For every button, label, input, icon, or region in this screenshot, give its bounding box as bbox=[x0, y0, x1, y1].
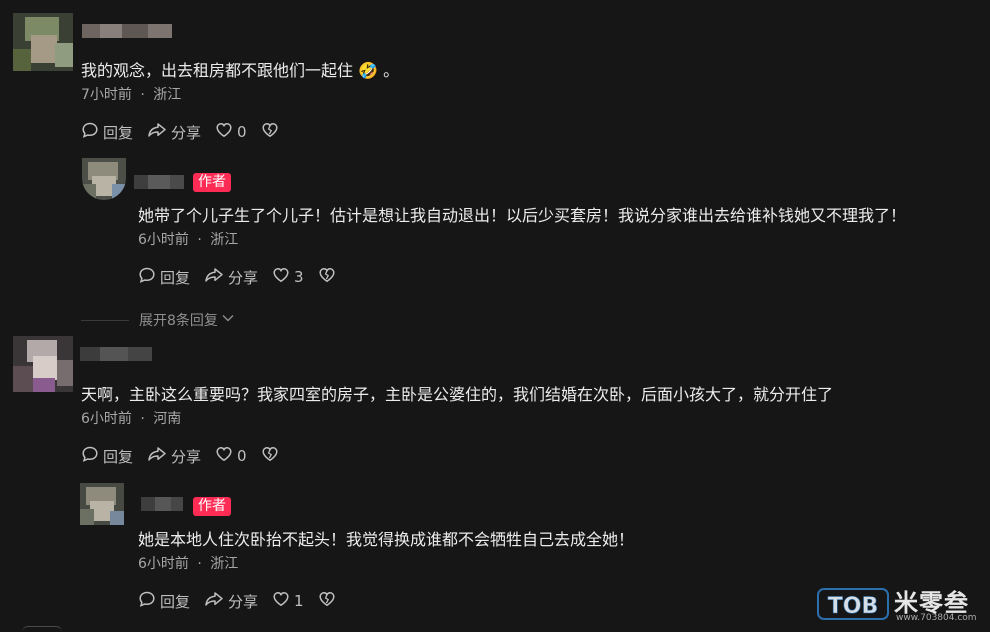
like-count: 1 bbox=[294, 592, 304, 610]
reply-button[interactable]: 回复 bbox=[138, 266, 190, 288]
watermark: TOB 米零叁 www.703804.com bbox=[816, 585, 982, 625]
heart-icon bbox=[272, 590, 294, 612]
share-button[interactable]: 分享 bbox=[147, 445, 201, 467]
comment-text: 我的观念，出去租房都不跟他们一起住 🤣 。 bbox=[81, 61, 400, 80]
comment-meta: 6小时前 · 浙江 bbox=[138, 553, 238, 573]
like-count: 0 bbox=[237, 123, 247, 141]
share-label: 分享 bbox=[228, 592, 259, 611]
username-blurred[interactable] bbox=[80, 347, 152, 361]
reply-button[interactable]: 回复 bbox=[81, 445, 133, 467]
reply-button[interactable]: 回复 bbox=[138, 590, 190, 612]
partial-top-text bbox=[140, 0, 230, 2]
reply-label: 回复 bbox=[103, 447, 134, 466]
author-tag: 作者 bbox=[193, 173, 231, 192]
like-count: 0 bbox=[237, 447, 247, 465]
avatar[interactable] bbox=[82, 158, 126, 200]
heart-icon bbox=[272, 266, 294, 288]
comment-text: 她带了个儿子生了个儿子！估计是想让我自动退出！以后少买套房！我说分家谁出去给谁补… bbox=[138, 206, 907, 225]
comment-time: 7小时前 bbox=[81, 87, 132, 103]
share-button[interactable]: 分享 bbox=[204, 266, 258, 288]
share-label: 分享 bbox=[171, 123, 202, 142]
comment-time: 6小时前 bbox=[138, 232, 189, 248]
watermark-url: www.703804.com bbox=[896, 613, 977, 623]
like-button[interactable]: 0 bbox=[215, 445, 247, 467]
chat-bubble-icon bbox=[81, 121, 103, 143]
share-button[interactable]: 分享 bbox=[147, 121, 201, 143]
comment-location: 浙江 bbox=[153, 87, 182, 103]
reply-button[interactable]: 回复 bbox=[81, 121, 133, 143]
comment-meta: 6小时前 · 浙江 bbox=[138, 229, 238, 249]
like-count: 3 bbox=[294, 268, 304, 286]
svg-text:TOB: TOB bbox=[828, 594, 878, 619]
meta-separator: · bbox=[197, 232, 202, 248]
share-arrow-icon bbox=[204, 590, 228, 612]
broken-heart-icon bbox=[318, 266, 340, 288]
chat-bubble-icon bbox=[138, 590, 160, 612]
share-arrow-icon bbox=[147, 121, 171, 143]
comment-text: 天啊，主卧这么重要吗？我家四室的房子，主卧是公婆住的，我们结婚在次卧，后面小孩大… bbox=[81, 385, 834, 404]
comment-location: 河南 bbox=[153, 411, 182, 427]
dislike-button[interactable] bbox=[261, 445, 283, 467]
share-button[interactable]: 分享 bbox=[204, 590, 258, 612]
author-tag: 作者 bbox=[193, 497, 231, 516]
share-arrow-icon bbox=[147, 445, 171, 467]
dislike-button[interactable] bbox=[318, 266, 340, 288]
comment-actions: 回复 分享 0 bbox=[81, 445, 297, 467]
username-blurred[interactable] bbox=[134, 175, 184, 189]
username-blurred[interactable] bbox=[141, 497, 183, 511]
broken-heart-icon bbox=[318, 590, 340, 612]
comment-meta: 6小时前 · 河南 bbox=[81, 408, 181, 428]
comment-actions: 回复 分享 3 bbox=[138, 266, 354, 288]
avatar[interactable] bbox=[13, 336, 73, 392]
avatar bbox=[22, 626, 62, 632]
comment-time: 6小时前 bbox=[138, 556, 189, 572]
chat-bubble-icon bbox=[138, 266, 160, 288]
meta-separator: · bbox=[197, 556, 202, 572]
chat-bubble-icon bbox=[81, 445, 103, 467]
reply-label: 回复 bbox=[160, 592, 191, 611]
chevron-down-icon bbox=[221, 311, 235, 329]
username-blurred[interactable] bbox=[82, 24, 172, 38]
dislike-button[interactable] bbox=[261, 121, 283, 143]
avatar[interactable] bbox=[13, 13, 73, 71]
comment-actions: 回复 分享 1 bbox=[138, 590, 354, 612]
comment-time: 6小时前 bbox=[81, 411, 132, 427]
share-label: 分享 bbox=[171, 447, 202, 466]
divider-line bbox=[81, 319, 129, 321]
reply-label: 回复 bbox=[103, 123, 134, 142]
dislike-button[interactable] bbox=[318, 590, 340, 612]
avatar[interactable] bbox=[80, 483, 124, 525]
comment-location: 浙江 bbox=[210, 556, 239, 572]
expand-replies-label: 展开8条回复 bbox=[139, 313, 218, 329]
heart-icon bbox=[215, 121, 237, 143]
meta-separator: · bbox=[140, 411, 145, 427]
like-button[interactable]: 0 bbox=[215, 121, 247, 143]
comment-meta: 7小时前 · 浙江 bbox=[81, 84, 181, 104]
like-button[interactable]: 1 bbox=[272, 590, 304, 612]
comment-location: 浙江 bbox=[210, 232, 239, 248]
reply-label: 回复 bbox=[160, 268, 191, 287]
meta-separator: · bbox=[140, 87, 145, 103]
comment-actions: 回复 分享 0 bbox=[81, 121, 297, 143]
expand-replies-button[interactable]: 展开8条回复 bbox=[81, 310, 235, 330]
share-label: 分享 bbox=[228, 268, 259, 287]
like-button[interactable]: 3 bbox=[272, 266, 304, 288]
broken-heart-icon bbox=[261, 445, 283, 467]
share-arrow-icon bbox=[204, 266, 228, 288]
broken-heart-icon bbox=[261, 121, 283, 143]
comment-text: 她是本地人住次卧抬不起头！我觉得换成谁都不会牺牲自己去成全她！ bbox=[138, 530, 635, 549]
heart-icon bbox=[215, 445, 237, 467]
